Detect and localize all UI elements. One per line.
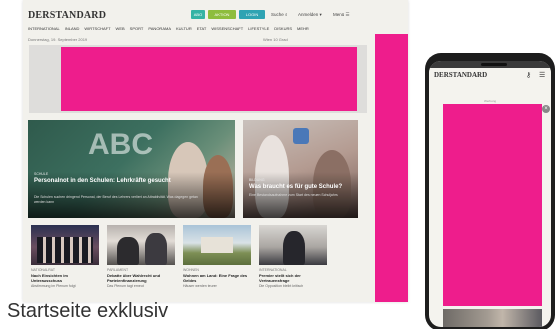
hamburger-icon[interactable]: ☰ xyxy=(539,72,545,79)
house-image xyxy=(201,237,233,253)
thumb-kicker: PARLAMENT xyxy=(107,268,129,272)
aktion-button[interactable]: AKTION xyxy=(208,10,236,19)
feature-headline[interactable]: Personalnot in den Schulen: Lehrkräfte g… xyxy=(34,178,174,185)
ad-label: Werbung xyxy=(483,99,497,103)
key-icon[interactable]: ⚷ xyxy=(526,72,531,79)
thumb-headline[interactable]: Premier stellt sich der Vertrauensfrage xyxy=(259,273,327,283)
thumb-subline: Die Opposition bleibt kritisch xyxy=(259,284,304,288)
nav-item[interactable]: WEB xyxy=(116,25,125,33)
desktop-topbar: DERSTANDARD ABO AKTION LOGIN Suche ⌕ Anm… xyxy=(23,8,408,22)
close-icon[interactable]: × xyxy=(542,105,550,113)
thumb-subline: Das Plenum tagt erneut xyxy=(107,284,144,288)
thumb-subline: Abstimmung im Plenum folgt xyxy=(31,284,76,288)
mobile-article-photo[interactable] xyxy=(443,309,542,327)
thumb-headline[interactable]: Nach Einsichten im Unterausschuss xyxy=(31,273,99,283)
nav-item[interactable]: DISKURS xyxy=(274,25,292,33)
nav-item[interactable]: KULTUR xyxy=(176,25,192,33)
news-thumbnail[interactable] xyxy=(259,225,327,265)
desktop-screenshot: DERSTANDARD ABO AKTION LOGIN Suche ⌕ Anm… xyxy=(23,0,408,302)
weather-line: Wien 10 Grad xyxy=(263,37,288,42)
nav-item[interactable]: PANORAMA xyxy=(148,25,171,33)
feature-teaser: Die Schulen suchen dringend Personal, de… xyxy=(34,195,198,204)
date-line: Donnerstag, 19. September 2019 xyxy=(28,37,88,42)
phone-mockup: DERSTANDARD ⚷ ☰ Werbung × xyxy=(425,53,555,329)
feature-teaser: Eine Bestandsaufnahme zum Start des neue… xyxy=(249,193,338,197)
news-thumbnail[interactable] xyxy=(31,225,99,265)
menu-label: Menü xyxy=(333,12,345,17)
hamburger-icon: ☰ xyxy=(345,12,350,17)
phone-notch xyxy=(481,63,507,66)
nav-item[interactable]: MEHR xyxy=(297,25,309,33)
abo-button[interactable]: ABO xyxy=(191,10,205,19)
nav-item[interactable]: LIFESTYLE xyxy=(248,25,269,33)
ad-skyscraper[interactable] xyxy=(375,34,408,302)
mobile-ad-interstitial[interactable] xyxy=(443,104,542,306)
promo-canvas: DERSTANDARD ABO AKTION LOGIN Suche ⌕ Anm… xyxy=(0,0,555,329)
feature-side-teaser[interactable]: BILDUNG Was braucht es für gute Schule? … xyxy=(243,120,358,218)
news-thumbnail[interactable] xyxy=(183,225,251,265)
chalkboard-letters-image: ABC xyxy=(88,128,153,161)
nav-item[interactable]: WISSENSCHAFT xyxy=(211,25,243,33)
feature-kicker: BILDUNG xyxy=(249,178,265,182)
thumb-subline: Häuser werden teurer xyxy=(183,284,217,288)
thumb-kicker: INTERNATIONAL xyxy=(259,268,287,272)
section-nav: INTERNATIONAL INLAND WIRTSCHAFT WEB SPOR… xyxy=(28,25,358,33)
thumb-kicker: WOHNEN xyxy=(183,268,199,272)
mobile-site-logo[interactable]: DERSTANDARD xyxy=(434,71,487,79)
account-button[interactable]: Anmelden ▾ xyxy=(298,11,322,19)
account-label: Anmelden xyxy=(298,12,319,17)
feature-main-teaser[interactable]: ABC SCHULE Personalnot in den Schulen: L… xyxy=(28,120,235,218)
thumb-headline[interactable]: Debatte über Wahlrecht und Parteienfinan… xyxy=(107,273,175,283)
feature-kicker: SCHULE xyxy=(34,172,49,176)
promo-caption: Startseite exklusiv xyxy=(7,300,169,322)
group-photo-image xyxy=(37,237,93,263)
person-image xyxy=(145,233,167,265)
thumb-kicker: NATIONALRAT xyxy=(31,268,55,272)
search-icon: ⌕ xyxy=(285,12,288,17)
site-logo[interactable]: DERSTANDARD xyxy=(28,10,106,21)
nav-item[interactable]: INTERNATIONAL xyxy=(28,25,60,33)
chevron-down-icon: ▾ xyxy=(319,12,322,17)
toy-image xyxy=(293,128,309,144)
nav-item[interactable]: ETAT xyxy=(197,25,207,33)
feature-headline[interactable]: Was braucht es für gute Schule? xyxy=(249,184,354,191)
menu-button[interactable]: Menü ☰ xyxy=(333,11,350,19)
news-thumbnail[interactable] xyxy=(107,225,175,265)
search-button[interactable]: Suche ⌕ xyxy=(271,11,288,19)
person-image xyxy=(283,231,305,265)
phone-screen: DERSTANDARD ⚷ ☰ Werbung × xyxy=(429,61,551,327)
login-button[interactable]: LOGIN xyxy=(239,10,265,19)
nav-item[interactable]: SPORT xyxy=(130,25,144,33)
nav-item[interactable]: INLAND xyxy=(65,25,80,33)
search-label: Suche xyxy=(271,12,284,17)
person-image xyxy=(117,237,139,265)
ad-banner[interactable] xyxy=(61,47,357,111)
nav-item[interactable]: WIRTSCHAFT xyxy=(84,25,110,33)
thumb-headline[interactable]: Wohnen am Land: Eine Frage des Geldes xyxy=(183,273,251,283)
